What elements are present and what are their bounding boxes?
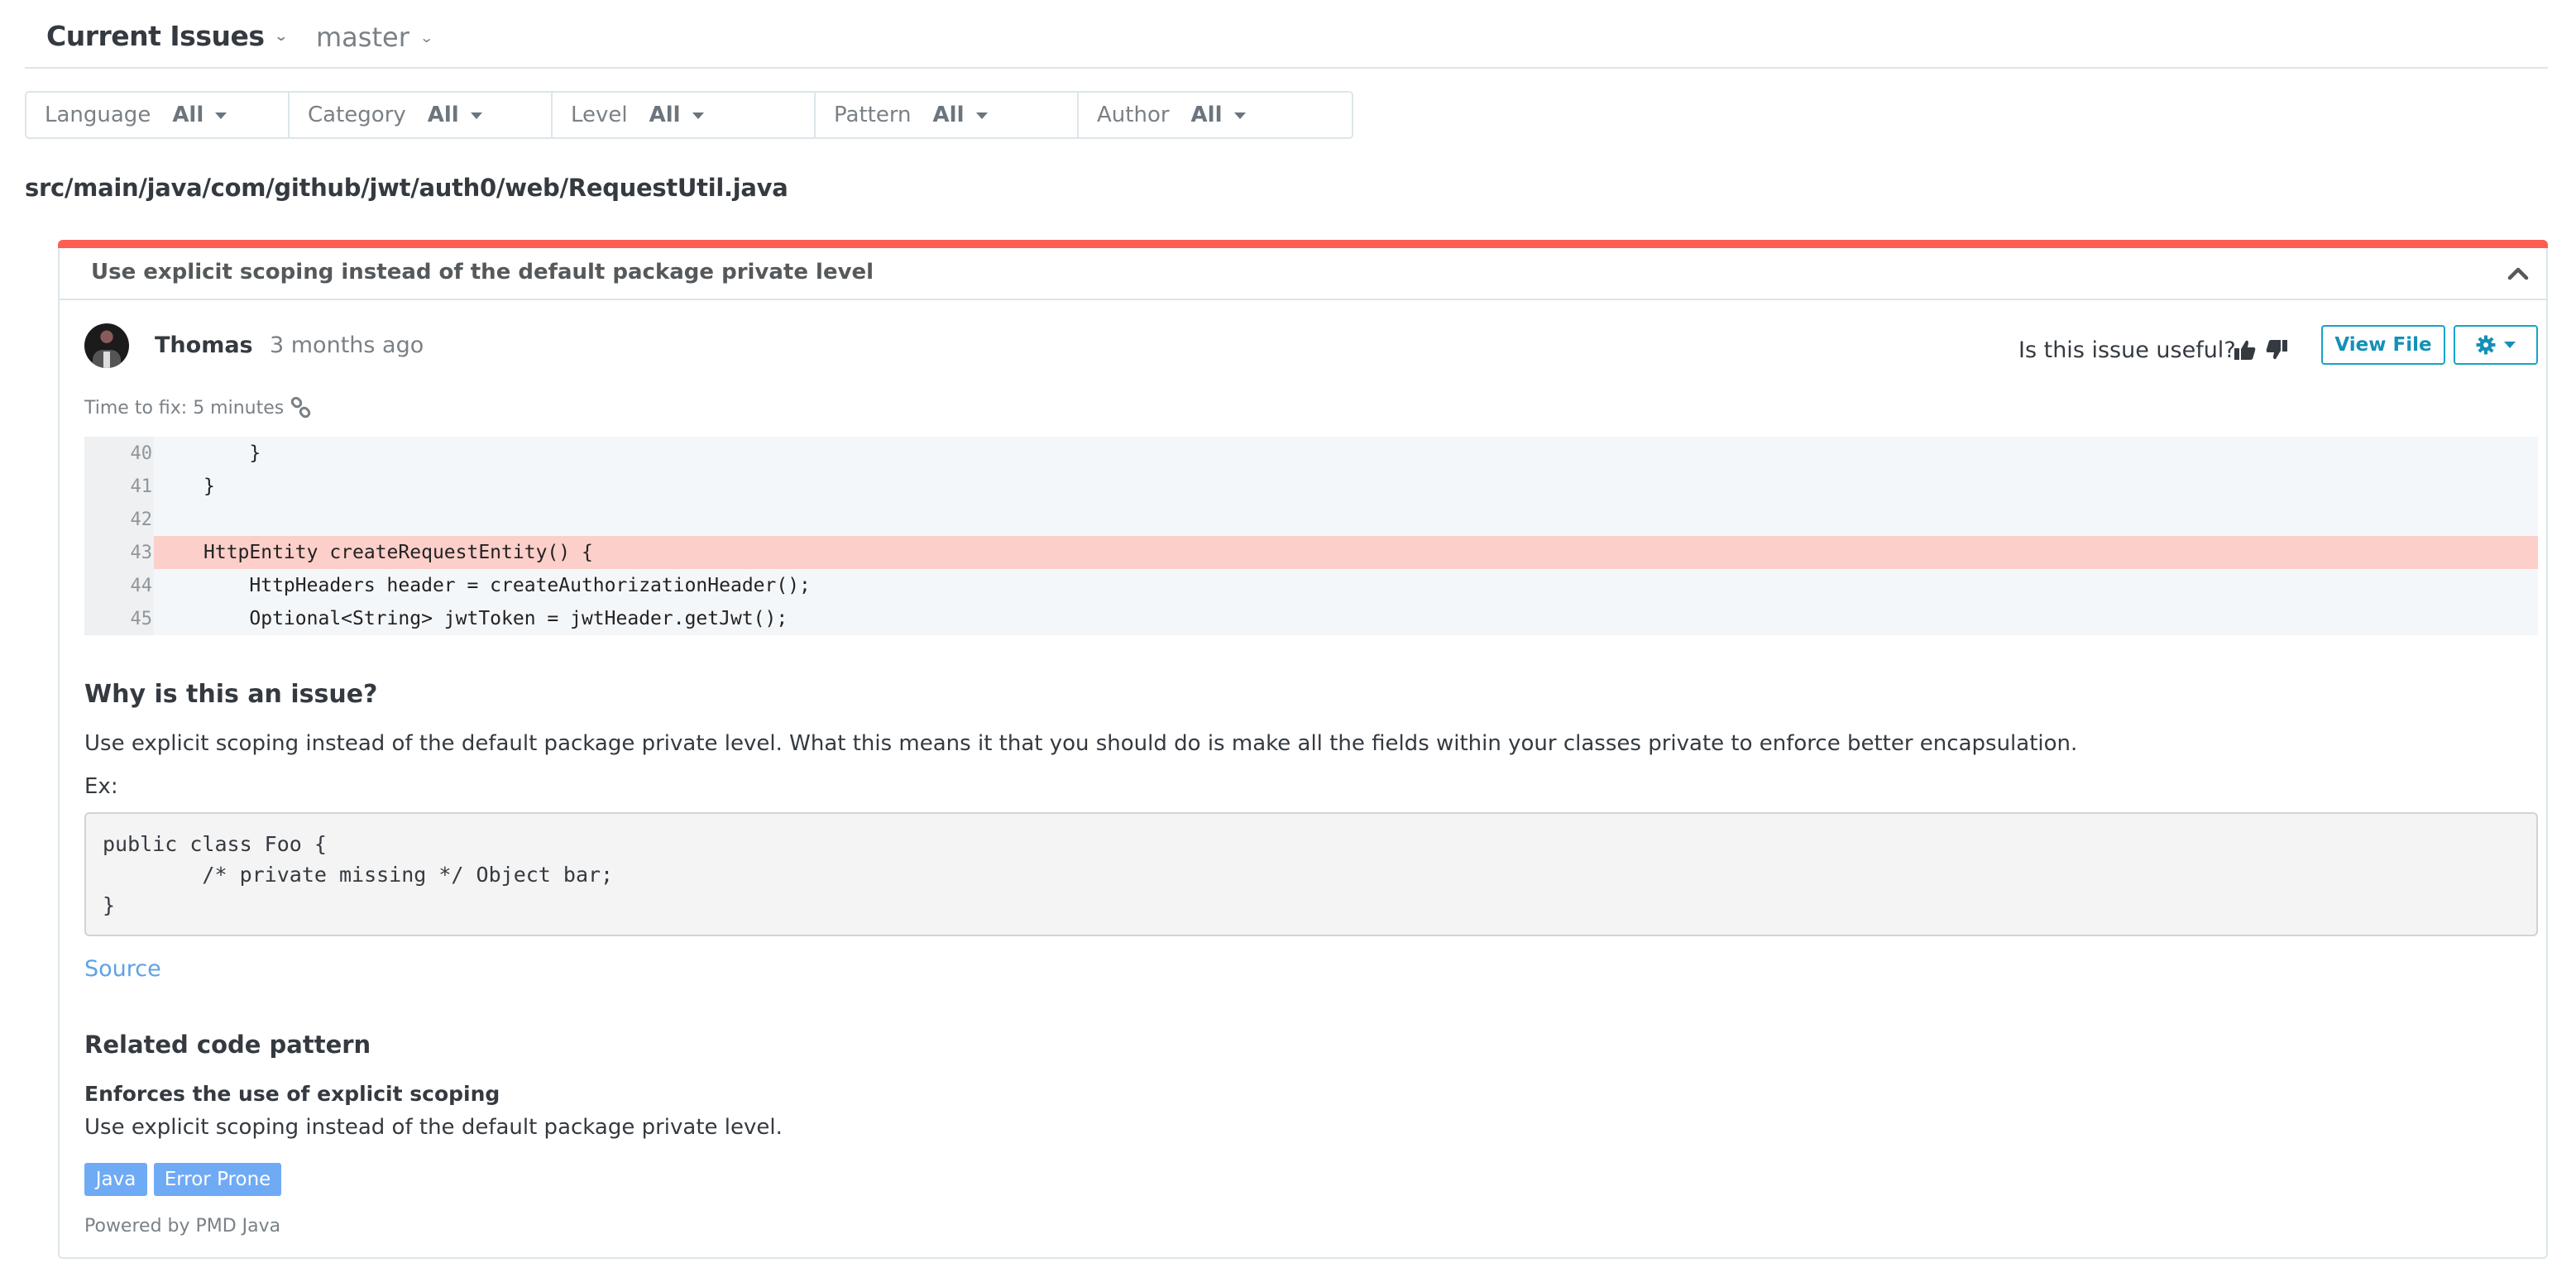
author-name: Thomas — [155, 332, 253, 358]
avatar — [84, 323, 129, 368]
code-line: 40 } — [84, 437, 2538, 470]
filter-level[interactable]: Level All — [553, 93, 816, 137]
issue-timestamp: 3 months ago — [270, 332, 424, 358]
caret-down-icon — [975, 112, 988, 119]
caret-down-icon — [2504, 342, 2516, 348]
chevron-up-icon[interactable] — [2507, 263, 2530, 283]
caret-down-icon — [692, 112, 704, 119]
page-title: Current Issues — [46, 20, 265, 52]
time-to-fix-text: Time to fix: 5 minutes — [84, 397, 285, 419]
filter-pattern[interactable]: Pattern All — [816, 93, 1079, 137]
line-number: 43 — [130, 542, 153, 563]
filter-label: Category — [308, 103, 406, 127]
chevron-down-icon: ⌄ — [419, 29, 434, 45]
why-description: Use explicit scoping instead of the defa… — [84, 731, 2078, 756]
thumbs-down-icon[interactable] — [2265, 339, 2288, 361]
useful-prompt: Is this issue useful? — [2018, 337, 2236, 363]
filter-bar: Language All Category All Level All Patt… — [25, 91, 1353, 139]
code-line: 44 HttpHeaders header = createAuthorizat… — [84, 569, 2538, 602]
line-number: 41 — [130, 476, 153, 497]
filter-value: All — [427, 103, 459, 127]
code-snippet: 40 } 41 } 42 43 HttpEntity createRequest… — [84, 437, 2538, 635]
filter-value: All — [172, 103, 204, 127]
related-heading: Related code pattern — [84, 1031, 371, 1059]
filter-value: All — [1190, 103, 1223, 127]
line-number: 40 — [130, 442, 153, 464]
code-text: Optional<String> jwtToken = jwtHeader.ge… — [203, 608, 788, 629]
filter-label: Language — [45, 103, 151, 127]
tag-java: Java — [84, 1163, 147, 1196]
issue-title[interactable]: Use explicit scoping instead of the defa… — [91, 260, 874, 285]
code-line-highlighted: 43 HttpEntity createRequestEntity() { — [84, 536, 2538, 569]
file-path: src/main/java/com/github/jwt/auth0/web/R… — [25, 174, 788, 202]
branch-selector[interactable]: master ⌄ — [316, 22, 434, 53]
card-header-divider — [60, 299, 2546, 300]
pattern-description: Use explicit scoping instead of the defa… — [84, 1115, 783, 1140]
code-text: HttpEntity createRequestEntity() { — [154, 536, 2538, 569]
thumbs-up-icon[interactable] — [2234, 339, 2257, 361]
header-divider — [25, 67, 2548, 69]
line-number: 45 — [130, 608, 153, 629]
source-link[interactable]: Source — [84, 956, 161, 982]
caret-down-icon — [470, 112, 482, 119]
filter-label: Author — [1097, 103, 1170, 127]
filter-label: Pattern — [834, 103, 912, 127]
pattern-name: Enforces the use of explicit scoping — [84, 1082, 500, 1106]
view-file-button[interactable]: View File — [2321, 325, 2445, 365]
powered-by: Powered by PMD Java — [84, 1216, 281, 1237]
settings-dropdown-button[interactable] — [2454, 325, 2538, 365]
example-label: Ex: — [84, 774, 118, 799]
filter-category[interactable]: Category All — [290, 93, 553, 137]
caret-down-icon — [215, 112, 227, 119]
caret-down-icon — [1233, 112, 1246, 119]
code-line: 45 Optional<String> jwtToken = jwtHeader… — [84, 602, 2538, 635]
code-line: 41 } — [84, 470, 2538, 503]
code-text: HttpHeaders header = createAuthorization… — [203, 575, 811, 596]
why-heading: Why is this an issue? — [84, 680, 378, 709]
chevron-down-icon: ⌄ — [274, 28, 289, 44]
filter-value: All — [649, 103, 681, 127]
page-title-dropdown[interactable]: Current Issues ⌄ — [46, 20, 289, 52]
line-number: 44 — [130, 575, 153, 596]
example-code: public class Foo { /* private missing */… — [84, 812, 2538, 936]
link-icon[interactable] — [290, 397, 312, 419]
branch-name: master — [316, 22, 409, 53]
code-text: } — [203, 442, 261, 464]
filter-author[interactable]: Author All — [1079, 93, 1342, 137]
severity-bar — [58, 240, 2548, 248]
filter-label: Level — [571, 103, 628, 127]
time-to-fix: Time to fix: 5 minutes — [84, 397, 312, 419]
code-line: 42 — [84, 503, 2538, 536]
filter-value: All — [932, 103, 965, 127]
tag-error-prone: Error Prone — [154, 1163, 281, 1196]
gear-icon — [2476, 335, 2496, 355]
line-number: 42 — [130, 509, 153, 530]
filter-language[interactable]: Language All — [26, 93, 290, 137]
code-text: } — [203, 476, 215, 497]
